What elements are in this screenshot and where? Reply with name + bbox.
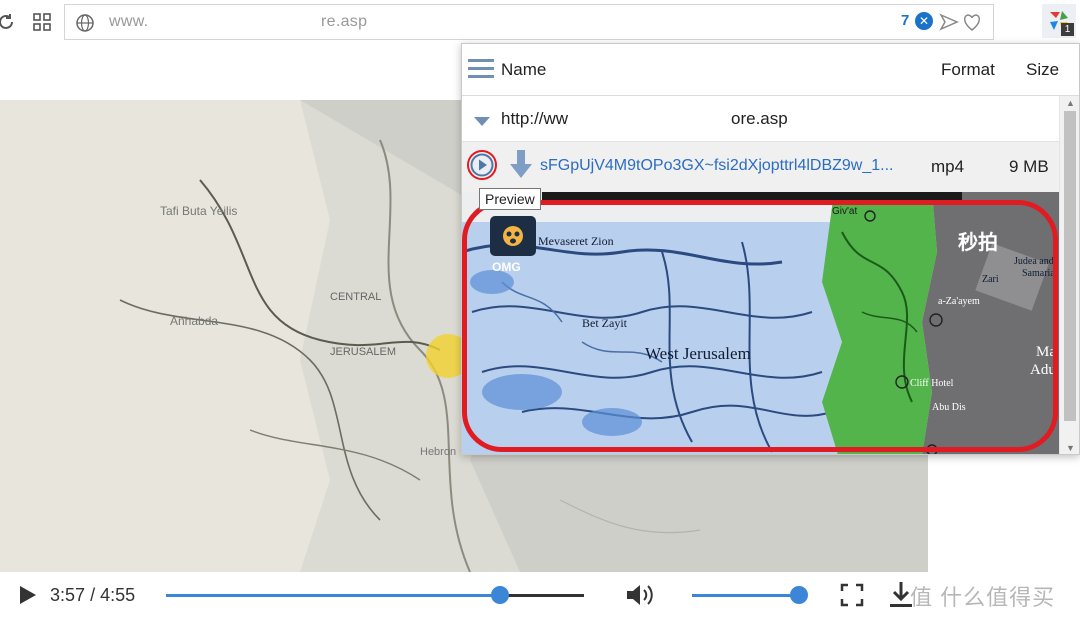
volume-slider[interactable] — [692, 594, 800, 597]
preview-tooltip: Preview — [479, 188, 541, 210]
play-icon[interactable] — [18, 584, 38, 611]
scroll-up-icon[interactable]: ▲ — [1066, 98, 1075, 108]
media-size: 9 MB — [1009, 157, 1049, 176]
svg-text:CENTRAL: CENTRAL — [330, 291, 381, 303]
map-label-ma: Ma — [1036, 344, 1056, 360]
preview-watermark: 秒拍 — [958, 232, 998, 254]
address-prefix: www. — [109, 13, 149, 30]
svg-text:Giv'at: Giv'at — [832, 206, 857, 217]
map-label-abu-dis: Abu Dis — [932, 402, 966, 413]
app-logo-icon — [490, 216, 536, 256]
extension-count[interactable]: 7 — [901, 12, 909, 29]
volume-knob[interactable] — [790, 586, 808, 604]
page-url-prefix: http://ww — [501, 109, 569, 128]
map-label-cliff-hotel: Cliff Hotel — [910, 378, 954, 389]
current-time: 3:57 — [50, 585, 86, 605]
heart-icon[interactable] — [961, 11, 983, 38]
map-label-a-zalam: a-Za'ayem — [938, 296, 980, 307]
map-label-adu: Adu — [1030, 362, 1056, 378]
send-icon[interactable] — [939, 12, 959, 37]
site-watermark: 值 什么值得买 — [910, 585, 1056, 610]
page-url: http://ww ore.asp — [501, 109, 788, 129]
address-bar[interactable]: www. re.asp 7 ✕ — [64, 4, 994, 40]
video-downloader-extension-button[interactable]: 1 — [1042, 4, 1076, 38]
column-name[interactable]: Name — [501, 60, 546, 80]
map-label-mevaseret: Mevaseret Zion — [538, 234, 614, 248]
reload-icon[interactable] — [0, 8, 20, 36]
popup-scrollbar[interactable]: ▲ ▼ — [1059, 96, 1079, 454]
volume-icon[interactable] — [624, 581, 656, 614]
svg-text:Tafi Buta Yeilis: Tafi Buta Yeilis — [160, 204, 237, 218]
popup-header: Name Format Size — [462, 44, 1079, 96]
app-logo-label: OMG — [492, 260, 521, 274]
fullscreen-icon[interactable] — [840, 583, 864, 612]
map-label-samaria: Samaria — [1022, 268, 1055, 279]
scroll-down-icon[interactable]: ▼ — [1066, 443, 1075, 453]
svg-text:Hebron: Hebron — [420, 446, 456, 458]
extension-badge: 1 — [1061, 23, 1074, 36]
scrollbar-thumb[interactable] — [1064, 111, 1076, 421]
time-separator: / — [90, 585, 101, 605]
map-label-bet-zayit: Bet Zayit — [582, 316, 627, 330]
video-controls: 3:57 / 4:55 值 什么值得买 — [0, 572, 1080, 619]
progress-bar[interactable] — [166, 586, 584, 604]
time-display: 3:57 / 4:55 — [50, 585, 135, 606]
svg-text:JERUSALEM: JERUSALEM — [330, 346, 396, 358]
grid-icon[interactable] — [28, 8, 56, 36]
column-format[interactable]: Format — [941, 60, 995, 80]
map-label-zari: Zari — [982, 274, 999, 285]
media-file-name[interactable]: sFGpUjV4M9tOPo3GX~fsi2dXjopttrl4lDBZ9w_1… — [540, 157, 916, 175]
page-group-row[interactable]: http://ww ore.asp — [462, 96, 1059, 142]
media-item-row[interactable]: sFGpUjV4M9tOPo3GX~fsi2dXjopttrl4lDBZ9w_1… — [462, 142, 1059, 192]
progress-fill — [166, 594, 500, 597]
map-label-judea: Judea and — [1014, 256, 1054, 267]
duration: 4:55 — [100, 585, 136, 605]
address-suffix: re.asp — [321, 13, 368, 30]
video-preview-thumbnail[interactable]: Giv'at Mevaseret Zion Bet Zayit West Jer… — [462, 192, 1059, 454]
page-url-suffix: ore.asp — [731, 109, 788, 128]
collapse-triangle-icon[interactable] — [474, 114, 490, 132]
address-text: www. re.asp — [109, 13, 367, 31]
column-size[interactable]: Size — [1026, 60, 1059, 80]
globe-icon — [75, 13, 95, 38]
svg-text:Anhabda: Anhabda — [170, 314, 218, 328]
map-label-west-jerusalem: West Jerusalem — [645, 344, 751, 363]
media-format: mp4 — [931, 157, 965, 176]
preview-play-icon[interactable] — [467, 150, 497, 180]
video-downloader-popup: Name Format Size http://ww ore.asp sFGpU… — [461, 43, 1080, 455]
download-arrow-icon[interactable] — [510, 150, 532, 185]
progress-knob[interactable] — [491, 586, 509, 604]
browser-toolbar: www. re.asp 7 ✕ 1 — [0, 0, 1080, 44]
menu-icon[interactable] — [468, 58, 494, 85]
close-circle-icon[interactable]: ✕ — [915, 12, 933, 30]
